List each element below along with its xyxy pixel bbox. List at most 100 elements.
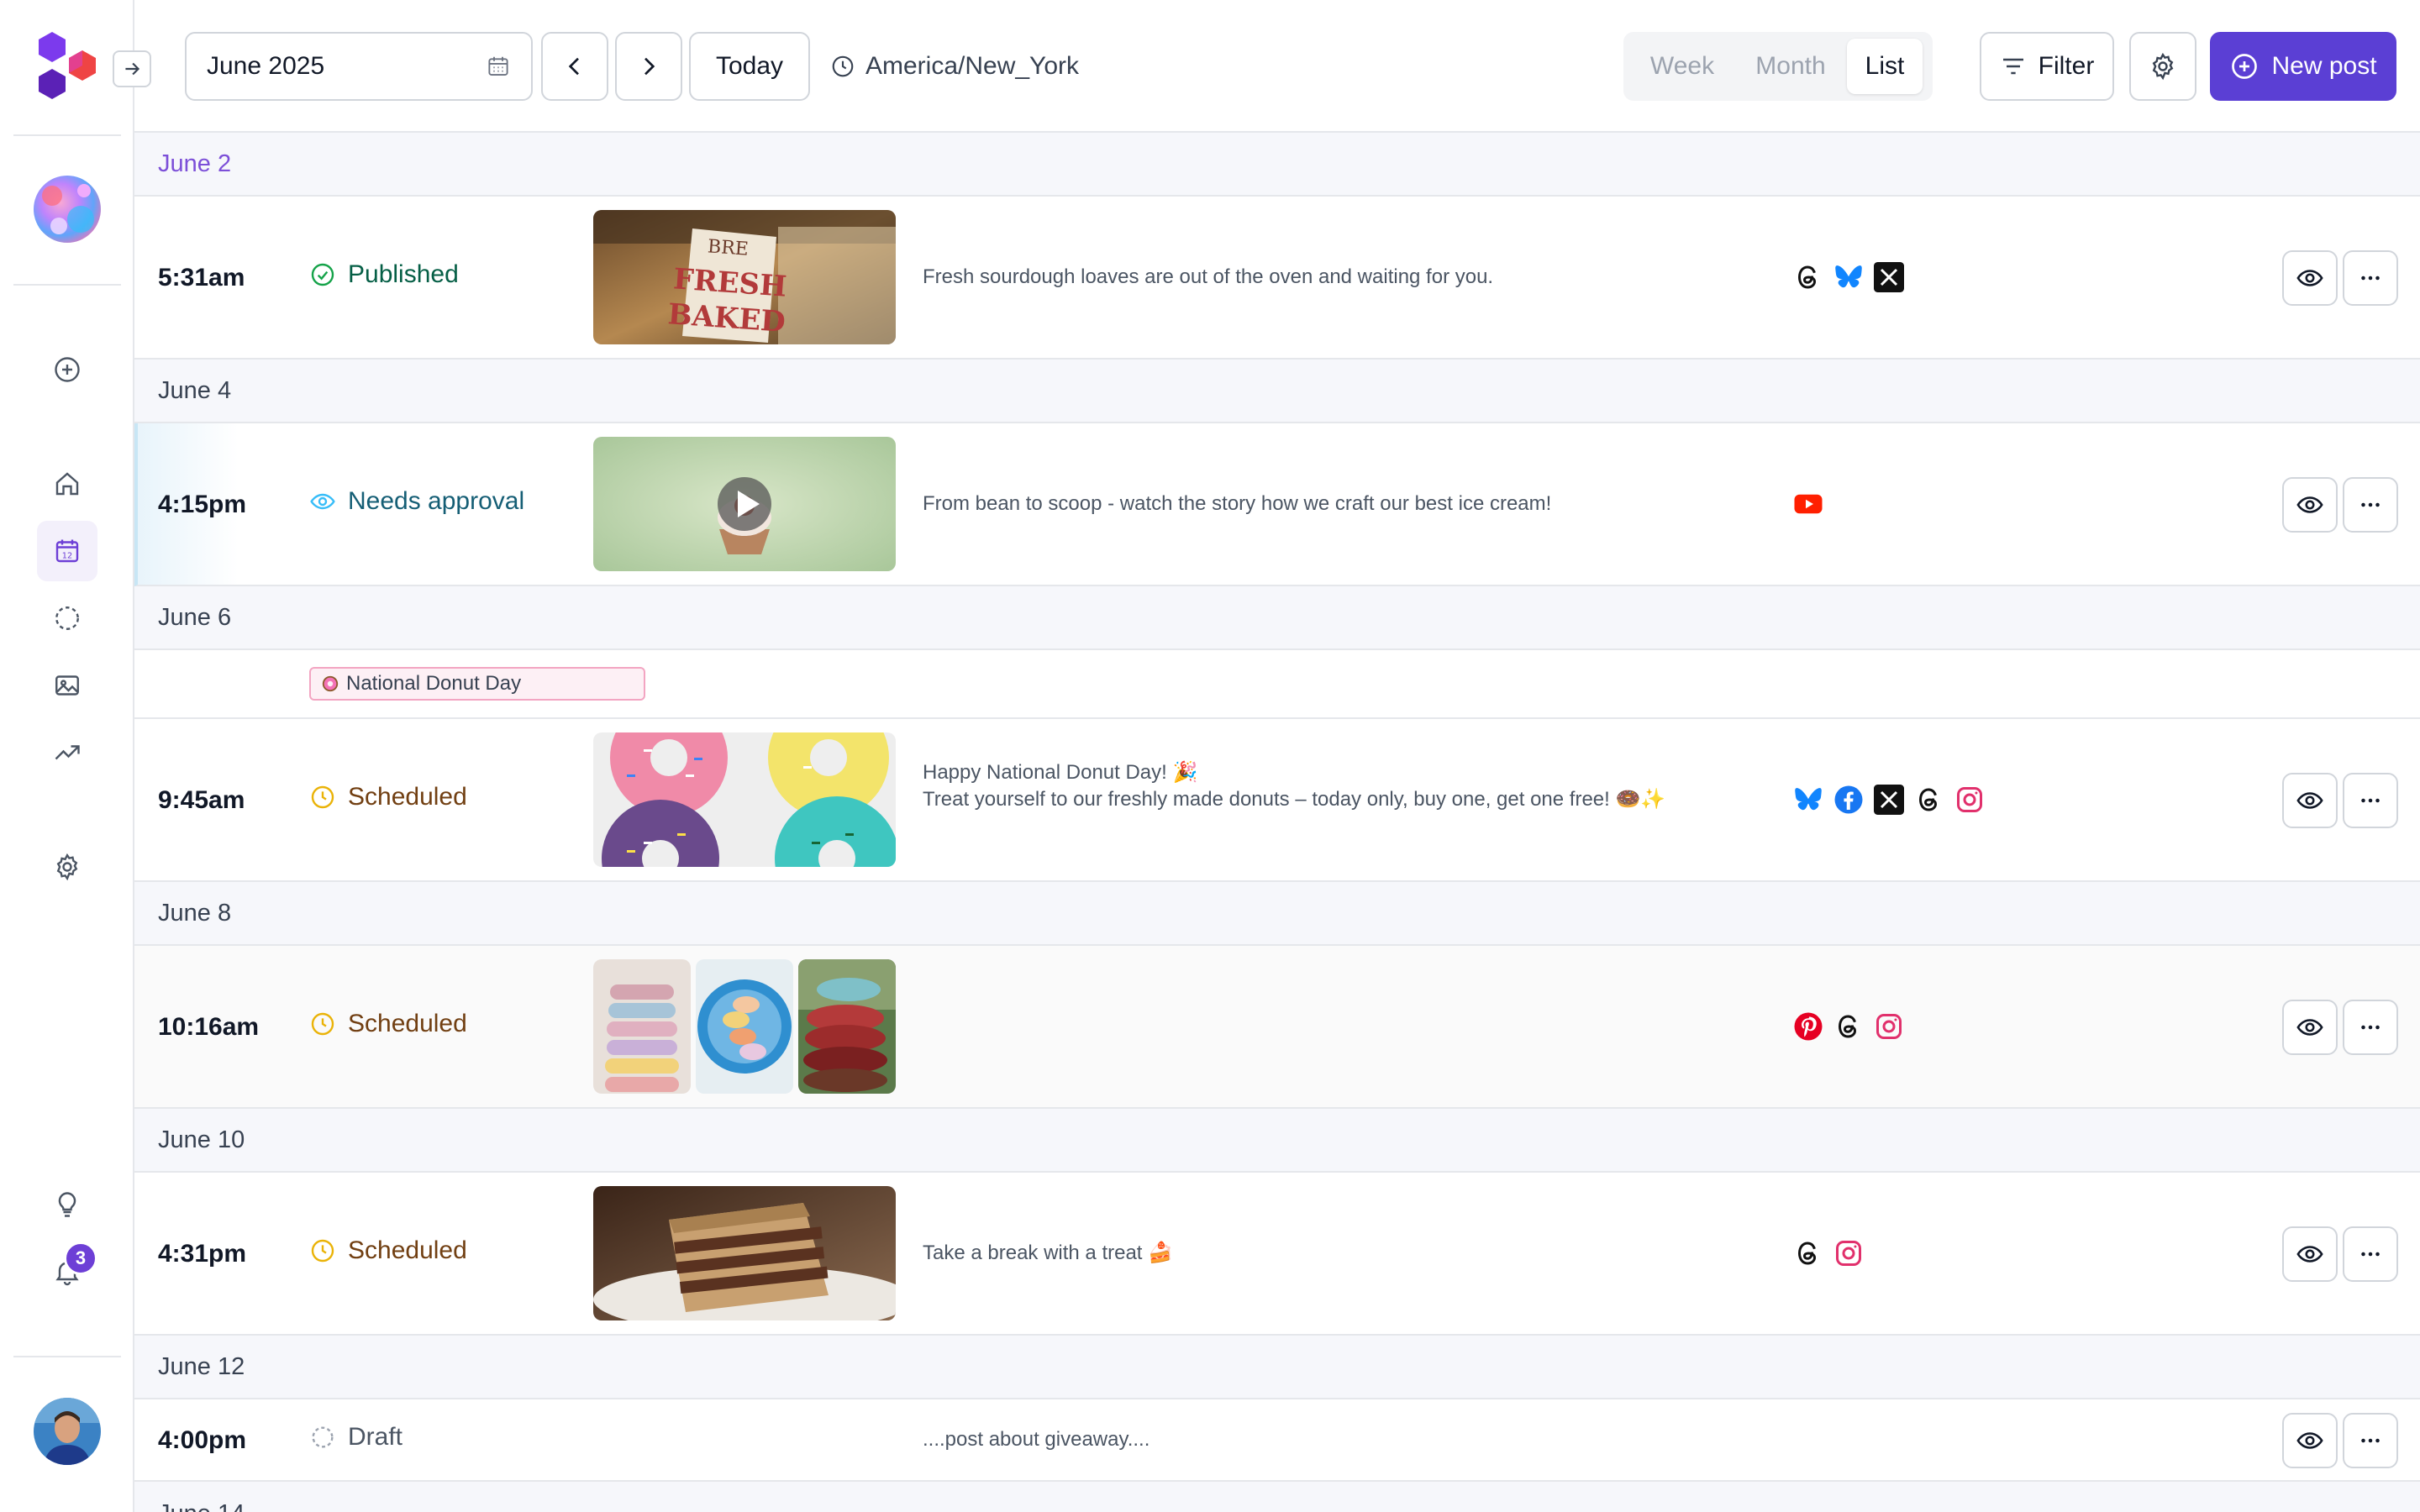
donut-icon — [322, 675, 339, 692]
preview-button[interactable] — [2282, 250, 2338, 306]
rail-divider — [13, 134, 121, 136]
preview-button[interactable] — [2282, 773, 2338, 828]
post-image[interactable] — [593, 1186, 896, 1320]
nav-media[interactable] — [37, 655, 97, 716]
post-time: 9:45am — [158, 786, 245, 814]
day-header: June 14 — [134, 1482, 2420, 1512]
clock-icon — [311, 785, 334, 809]
post-time: 4:00pm — [158, 1426, 247, 1454]
timezone-selector[interactable]: America/New_York — [830, 32, 1079, 101]
post-time: 4:15pm — [158, 491, 247, 518]
x-icon — [1874, 785, 1904, 815]
more-actions-button[interactable] — [2343, 1413, 2398, 1468]
svg-text:12: 12 — [62, 551, 72, 560]
post-row[interactable]: 9:45am Scheduled Happy National Donut Da… — [134, 719, 2420, 882]
network-list — [1793, 1238, 1864, 1268]
post-row[interactable]: 4:00pm Draft ....post about giveaway.... — [134, 1399, 2420, 1482]
instagram-icon — [1876, 1014, 1902, 1039]
post-image[interactable] — [696, 959, 793, 1094]
more-actions-button[interactable] — [2343, 250, 2398, 306]
eye-icon — [2296, 496, 2323, 513]
post-time: 10:16am — [158, 1013, 260, 1041]
view-month-tab[interactable]: Month — [1734, 39, 1847, 94]
bluesky-icon — [1835, 265, 1862, 288]
clock-icon — [311, 1012, 334, 1036]
previous-month-button[interactable] — [541, 32, 608, 101]
check-circle-icon — [311, 263, 334, 286]
post-row[interactable]: 4:15pm Needs approval From bean to scoop… — [134, 423, 2420, 586]
preview-button[interactable] — [2282, 1413, 2338, 1468]
day-header: June 4 — [134, 360, 2420, 423]
view-list-tab[interactable]: List — [1847, 39, 1923, 94]
settings-button[interactable] — [2129, 32, 2196, 101]
preview-button[interactable] — [2282, 1000, 2338, 1055]
post-image[interactable]: FRESH BAKED BRE — [593, 210, 896, 344]
x-icon — [1874, 262, 1904, 292]
lightbulb-icon — [58, 1192, 76, 1217]
threads-icon — [1918, 788, 1938, 811]
preview-button[interactable] — [2282, 1226, 2338, 1282]
plus-circle-icon — [55, 357, 80, 382]
instagram-icon — [1957, 787, 1982, 812]
nav-drafts[interactable] — [37, 588, 97, 648]
nav-settings[interactable] — [37, 837, 97, 897]
network-list — [1793, 1011, 1904, 1042]
day-header: June 6 — [134, 586, 2420, 650]
workspace-avatar[interactable] — [34, 176, 101, 243]
post-caption: From bean to scoop - watch the story how… — [923, 492, 1552, 515]
holiday-tag[interactable]: National Donut Day — [309, 667, 645, 701]
more-actions-button[interactable] — [2343, 1000, 2398, 1055]
day-header: June 10 — [134, 1109, 2420, 1173]
network-list — [1793, 262, 1904, 292]
chevron-left-icon — [568, 57, 579, 76]
new-post-label: New post — [2271, 52, 2377, 80]
preview-button[interactable] — [2282, 477, 2338, 533]
tips-button[interactable] — [37, 1174, 97, 1235]
expand-sidebar-button[interactable] — [113, 50, 151, 87]
post-image[interactable] — [593, 732, 896, 867]
threads-icon — [1797, 265, 1817, 289]
eye-icon — [2296, 1246, 2323, 1263]
eye-icon — [2296, 792, 2323, 809]
post-video-thumbnail[interactable] — [593, 437, 896, 571]
today-button[interactable]: Today — [689, 32, 810, 101]
user-avatar[interactable] — [34, 1398, 101, 1465]
day-header: June 12 — [134, 1336, 2420, 1399]
view-week-tab[interactable]: Week — [1630, 39, 1734, 94]
more-actions-button[interactable] — [2343, 1226, 2398, 1282]
month-picker[interactable]: June 2025 — [185, 32, 533, 101]
network-list — [1793, 489, 1823, 519]
next-month-button[interactable] — [615, 32, 682, 101]
nav-calendar[interactable]: 12 — [37, 521, 97, 581]
plus-circle-icon — [2232, 54, 2258, 79]
dashed-circle-icon — [312, 1426, 334, 1448]
more-actions-button[interactable] — [2343, 773, 2398, 828]
more-actions-button[interactable] — [2343, 477, 2398, 533]
rail-divider — [13, 1356, 121, 1357]
post-image[interactable] — [798, 959, 896, 1094]
new-post-button[interactable]: New post — [2210, 32, 2396, 101]
rail-divider — [13, 284, 121, 286]
notification-badge: 3 — [64, 1242, 97, 1275]
bluesky-icon — [1795, 788, 1822, 811]
youtube-icon — [1794, 494, 1823, 514]
status-draft: Draft — [309, 1423, 402, 1452]
filter-label: Filter — [2038, 52, 2095, 80]
pinterest-icon — [1794, 1012, 1823, 1041]
eye-icon — [2296, 1432, 2323, 1449]
post-row[interactable]: 4:31pm Scheduled Take a break with a tre… — [134, 1173, 2420, 1336]
left-rail: 12 3 — [0, 0, 134, 1512]
instagram-icon — [1836, 1241, 1861, 1266]
filter-button[interactable]: Filter — [1980, 32, 2114, 101]
create-post-button[interactable] — [37, 339, 97, 400]
post-image[interactable] — [593, 959, 691, 1094]
filter-icon — [2002, 58, 2023, 75]
post-row[interactable]: 10:16am Scheduled — [134, 946, 2420, 1109]
app-logo[interactable] — [34, 30, 101, 102]
status-scheduled: Scheduled — [309, 783, 467, 811]
nav-home[interactable] — [37, 454, 97, 514]
month-label: June 2025 — [207, 52, 325, 80]
nav-analytics[interactable] — [37, 722, 97, 783]
post-row[interactable]: 5:31am Published FRESH BAKED BRE Fresh s… — [134, 197, 2420, 360]
network-list — [1793, 785, 1985, 815]
